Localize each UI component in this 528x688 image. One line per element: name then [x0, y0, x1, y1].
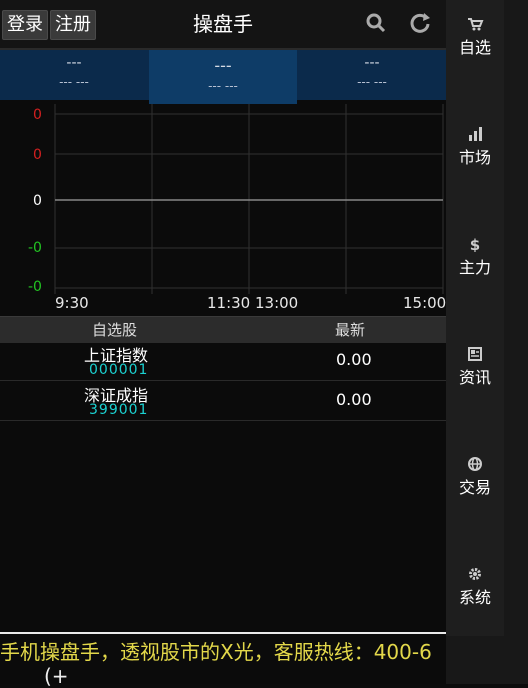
sidebar-item-label: 自选 — [458, 38, 491, 57]
index-change: --- --- — [208, 79, 238, 93]
x-tick-label: 15:00 — [403, 294, 447, 312]
top-bar: 登录 注册 操盘手 — [0, 0, 446, 50]
sidebar-item-label: 系统 — [458, 588, 491, 607]
y-tick-label: 0 — [33, 147, 42, 163]
sidebar-item-capital-flow[interactable]: $ 主力 — [446, 236, 504, 278]
intraday-chart: 0 0 0 -0 -0 9:30 11:30 13:00 15:00 — [0, 104, 446, 314]
table-row[interactable]: 上证指数 000001 0.00 — [0, 342, 446, 381]
list-header: 自选股 最新 — [0, 316, 446, 343]
ticker-text: 手机操盘手，透视股市的X光，客服热线：400-6 — [0, 640, 432, 664]
stock-price: 0.00 — [336, 390, 372, 409]
sidebar-item-label: 交易 — [458, 478, 491, 497]
cart-icon — [468, 18, 484, 31]
globe-icon — [468, 457, 482, 471]
index-tab-2[interactable]: --- --- --- — [149, 50, 297, 104]
index-value: --- — [66, 55, 82, 71]
right-sidebar: 自选 市场 $ 主力 资讯 交易 系统 — [446, 0, 528, 684]
stock-price: 0.00 — [336, 350, 372, 369]
chart-grid — [54, 104, 444, 294]
column-header-latest[interactable]: 最新 — [335, 319, 365, 340]
y-tick-label: 0 — [33, 107, 42, 123]
index-value: --- — [364, 55, 380, 71]
sidebar-item-watchlist[interactable]: 自选 — [446, 16, 504, 58]
sidebar-item-trade[interactable]: 交易 — [446, 456, 504, 498]
sidebar-item-label: 资讯 — [458, 368, 491, 387]
x-tick-label: 9:30 — [55, 294, 89, 312]
index-change: --- --- — [357, 75, 387, 89]
main-panel: 登录 注册 操盘手 --- --- --- --- --- --- --- --… — [0, 0, 446, 688]
bottom-text: (+ — [44, 664, 69, 688]
index-value: --- — [214, 56, 232, 75]
y-tick-label: -0 — [28, 240, 42, 256]
index-tab-1[interactable]: --- --- --- — [0, 50, 148, 98]
news-icon — [468, 347, 482, 361]
stock-code: 399001 — [89, 402, 149, 418]
gear-icon — [469, 568, 481, 580]
stock-code: 000001 — [89, 362, 149, 378]
sidebar-item-news[interactable]: 资讯 — [446, 346, 504, 388]
search-icon[interactable] — [362, 10, 390, 38]
sidebar-item-market[interactable]: 市场 — [446, 126, 504, 168]
sidebar-item-label: 市场 — [458, 148, 491, 167]
dollar-icon: $ — [470, 236, 480, 252]
sidebar-panel: 自选 市场 $ 主力 资讯 交易 系统 — [446, 0, 504, 636]
svg-text:$: $ — [470, 236, 480, 252]
refresh-icon[interactable] — [406, 10, 434, 38]
index-change: --- --- — [59, 75, 89, 89]
y-tick-label: -0 — [28, 279, 42, 295]
index-strip: --- --- --- --- --- --- --- --- --- — [0, 50, 446, 104]
x-tick-label: 11:30 13:00 — [207, 294, 299, 312]
news-ticker[interactable]: 手机操盘手，透视股市的X光，客服热线：400-6 — [0, 632, 446, 668]
table-row[interactable]: 深证成指 399001 0.00 — [0, 382, 446, 421]
bar-chart-icon — [469, 127, 482, 141]
column-header-name[interactable]: 自选股 — [92, 319, 137, 340]
sidebar-item-label: 主力 — [458, 258, 491, 277]
y-tick-label: 0 — [33, 193, 42, 209]
sidebar-item-system[interactable]: 系统 — [446, 566, 504, 608]
index-tab-3[interactable]: --- --- --- — [298, 50, 446, 98]
